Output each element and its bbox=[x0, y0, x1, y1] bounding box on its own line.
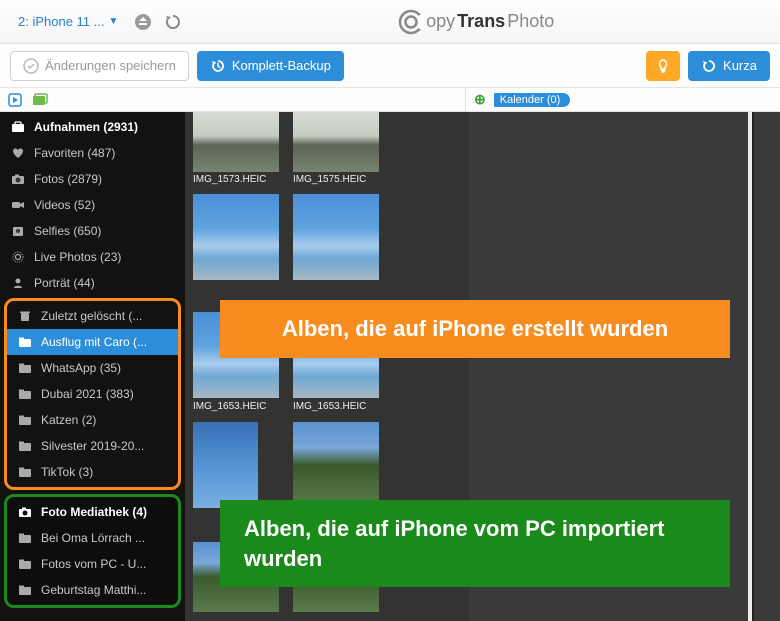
album-livephotos[interactable]: Live Photos (23) bbox=[0, 244, 185, 270]
content-header: ⊕ Kalender (0) bbox=[185, 88, 780, 112]
folder-icon bbox=[17, 464, 33, 480]
lightbulb-icon bbox=[655, 58, 671, 74]
thumb-1-caption: IMG_1573.HEIC bbox=[193, 174, 279, 185]
folder-icon bbox=[17, 334, 33, 350]
album-portrait[interactable]: Porträt (44) bbox=[0, 270, 185, 296]
backup-button[interactable]: Komplett-Backup bbox=[197, 51, 344, 81]
trash-icon bbox=[17, 308, 33, 324]
folder-icon bbox=[17, 556, 33, 572]
right-header: ⊕ Kalender (0) bbox=[465, 88, 780, 112]
folder-icon bbox=[17, 438, 33, 454]
album-selfies[interactable]: Selfies (650) bbox=[0, 218, 185, 244]
callout-green: Alben, die auf iPhone vom PC importiert … bbox=[220, 500, 730, 587]
album-aufnahmen[interactable]: Aufnahmen (2931) bbox=[0, 114, 185, 140]
refresh-icon[interactable] bbox=[164, 13, 182, 31]
album-katzen[interactable]: Katzen (2) bbox=[7, 407, 178, 433]
livephoto-icon bbox=[10, 249, 26, 265]
play-icon[interactable] bbox=[8, 93, 22, 107]
album-beioma[interactable]: Bei Oma Lörrach ... bbox=[7, 525, 178, 551]
album-geburtstag[interactable]: Geburtstag Matthi... bbox=[7, 577, 178, 603]
thumb-2-caption: IMG_1575.HEIC bbox=[293, 174, 379, 185]
sidebar-view-toggle bbox=[0, 88, 185, 112]
album-videos[interactable]: Videos (52) bbox=[0, 192, 185, 218]
device-selector[interactable]: 2: iPhone 11 ... ▼ bbox=[10, 10, 126, 33]
album-icon[interactable] bbox=[32, 93, 48, 107]
toolbar: Änderungen speichern Komplett-Backup Kur… bbox=[0, 44, 780, 88]
group-pc-albums: Foto Mediathek (4) Bei Oma Lörrach ... F… bbox=[4, 494, 181, 608]
right-pane-side bbox=[752, 112, 780, 621]
thumb-3[interactable] bbox=[193, 194, 279, 280]
save-button[interactable]: Änderungen speichern bbox=[10, 51, 189, 81]
callout-orange: Alben, die auf iPhone erstellt wurden bbox=[220, 300, 730, 358]
briefcase-icon bbox=[10, 119, 26, 135]
portrait-icon bbox=[10, 275, 26, 291]
thumb-6-caption: IMG_1653.HEIC bbox=[293, 401, 379, 412]
sidebar: Aufnahmen (2931) Favoriten (487) Fotos (… bbox=[0, 88, 185, 621]
thumb-5-caption: IMG_1653.HEIC bbox=[193, 401, 279, 412]
album-mediathek[interactable]: Foto Mediathek (4) bbox=[7, 499, 178, 525]
selfie-icon bbox=[10, 223, 26, 239]
plus-icon[interactable]: ⊕ bbox=[474, 91, 486, 108]
album-ausflug[interactable]: Ausflug mit Caro (... bbox=[7, 329, 178, 355]
camera-icon bbox=[10, 171, 26, 187]
album-fotos[interactable]: Fotos (2879) bbox=[0, 166, 185, 192]
group-iphone-albums: Zuletzt gelöscht (... Ausflug mit Caro (… bbox=[4, 298, 181, 490]
album-fotospc[interactable]: Fotos vom PC - U... bbox=[7, 551, 178, 577]
refresh-icon bbox=[701, 58, 717, 74]
history-icon bbox=[210, 58, 226, 74]
device-label: 2: iPhone 11 ... bbox=[18, 14, 105, 29]
chevron-down-icon: ▼ bbox=[109, 16, 119, 27]
album-list: Aufnahmen (2931) Favoriten (487) Fotos (… bbox=[0, 112, 185, 621]
thumb-1[interactable] bbox=[193, 112, 279, 172]
album-zuletzt[interactable]: Zuletzt gelöscht (... bbox=[7, 303, 178, 329]
titlebar: 2: iPhone 11 ... ▼ opyTrans Photo bbox=[0, 0, 780, 44]
short-button[interactable]: Kurza bbox=[688, 51, 770, 81]
thumb-4[interactable] bbox=[293, 194, 379, 280]
folder-icon bbox=[17, 530, 33, 546]
app-title: opyTrans Photo bbox=[182, 9, 770, 35]
logo-icon bbox=[398, 9, 424, 35]
calendar-label[interactable]: Kalender (0) bbox=[494, 93, 571, 107]
thumb-2[interactable] bbox=[293, 112, 379, 172]
folder-icon bbox=[17, 412, 33, 428]
folder-icon bbox=[17, 360, 33, 376]
album-favoriten[interactable]: Favoriten (487) bbox=[0, 140, 185, 166]
camera-icon bbox=[17, 504, 33, 520]
album-whatsapp[interactable]: WhatsApp (35) bbox=[7, 355, 178, 381]
eject-icon[interactable] bbox=[134, 13, 152, 31]
thumb-8[interactable] bbox=[293, 422, 379, 508]
album-tiktok[interactable]: TikTok (3) bbox=[7, 459, 178, 485]
heart-icon bbox=[10, 145, 26, 161]
album-silvester[interactable]: Silvester 2019-20... bbox=[7, 433, 178, 459]
check-circle-icon bbox=[23, 58, 39, 74]
folder-icon bbox=[17, 582, 33, 598]
titlebar-actions bbox=[134, 13, 182, 31]
album-dubai[interactable]: Dubai 2021 (383) bbox=[7, 381, 178, 407]
thumb-7[interactable] bbox=[193, 422, 258, 508]
video-icon bbox=[10, 197, 26, 213]
tips-button[interactable] bbox=[646, 51, 680, 81]
folder-icon bbox=[17, 386, 33, 402]
